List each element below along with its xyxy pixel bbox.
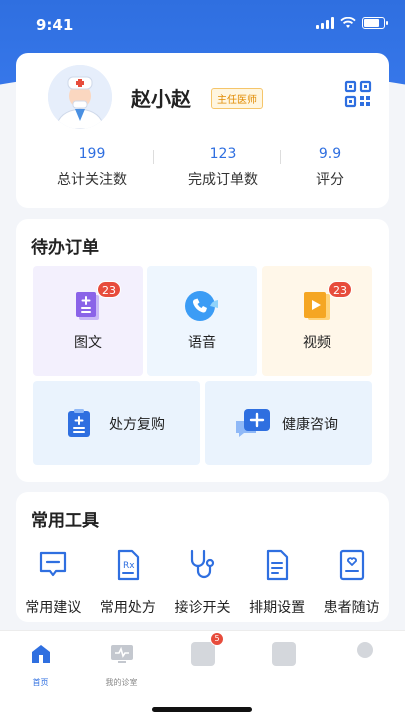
- message-icon: [40, 551, 67, 577]
- stat-rating[interactable]: 9.9 评分: [306, 146, 354, 189]
- wifi-icon: [340, 17, 356, 28]
- svg-text:Rx: Rx: [123, 561, 135, 571]
- tool-patient-followup[interactable]: 患者随访: [314, 547, 389, 617]
- tile-image-text[interactable]: 23 图文: [33, 266, 143, 376]
- doctor-title-badge: 主任医师: [211, 88, 263, 109]
- tile-label: 语音: [188, 335, 216, 351]
- tile-label: 图文: [74, 335, 102, 351]
- battery-icon: [362, 17, 388, 29]
- tab-badge: 5: [210, 632, 224, 646]
- status-icons: [316, 17, 388, 29]
- todo-orders-card: 待办订单 23 图文 语音 23 视频 处方复购 健康咨询: [16, 219, 389, 482]
- tab-label: 我的诊室: [105, 678, 138, 687]
- tools-title: 常用工具: [31, 511, 99, 531]
- tab-label: 首页: [32, 678, 49, 687]
- monitor-icon: [110, 645, 133, 663]
- tile-label: 处方复购: [109, 417, 165, 433]
- phone-call-icon: [185, 291, 218, 321]
- tool-common-prescription[interactable]: Rx 常用处方: [91, 547, 166, 617]
- stethoscope-icon: [191, 549, 215, 579]
- video-icon: [304, 292, 330, 320]
- heart-card-icon: [339, 549, 364, 581]
- stat-value: 123: [209, 146, 237, 162]
- tab-grid[interactable]: [243, 631, 324, 666]
- tile-prescription-repurchase[interactable]: 处方复购: [33, 381, 200, 465]
- tab-home[interactable]: 首页: [0, 631, 81, 688]
- stat-value: 199: [78, 146, 106, 162]
- profile-card: 赵小赵 主任医师 199 总计关注数 123 完成订单数 9.9 评分: [16, 53, 389, 208]
- tool-consult-toggle[interactable]: 接诊开关: [165, 547, 240, 617]
- doctor-name: 赵小赵: [131, 87, 191, 111]
- home-indicator: [152, 707, 252, 712]
- tools-row: 常用建议 Rx 常用处方 接诊开关 排期设置 患者随访: [16, 547, 389, 617]
- tab-profile[interactable]: [324, 631, 405, 658]
- tile-health-consult[interactable]: 健康咨询: [205, 381, 372, 465]
- avatar[interactable]: [48, 65, 112, 129]
- schedule-icon: [266, 549, 289, 581]
- tile-label: 视频: [303, 335, 331, 351]
- stat-followers[interactable]: 199 总计关注数: [52, 146, 132, 189]
- tool-common-advice[interactable]: 常用建议: [16, 547, 91, 617]
- tile-label: 健康咨询: [282, 417, 338, 433]
- common-tools-card: 常用工具 常用建议 Rx 常用处方 接诊开关 排期设置 患者随访: [16, 492, 389, 622]
- home-icon: [31, 645, 50, 663]
- stat-label: 评分: [316, 172, 344, 188]
- stat-label: 完成订单数: [188, 172, 258, 188]
- profile-stats: 199 总计关注数 123 完成订单数 9.9 评分: [16, 146, 389, 196]
- tile-video[interactable]: 23 视频: [262, 266, 372, 376]
- tool-label: 接诊开关: [174, 600, 231, 616]
- grid-tab-icon: [271, 642, 296, 666]
- signal-icon: [316, 17, 334, 29]
- stat-divider: [280, 150, 281, 164]
- tool-label: 患者随访: [323, 600, 380, 616]
- stat-divider: [153, 150, 154, 164]
- prescription-icon: [68, 409, 90, 437]
- profile-tab-icon: [356, 642, 373, 658]
- stat-value: 9.9: [318, 146, 342, 162]
- rx-icon: Rx: [117, 549, 139, 581]
- tool-label: 常用处方: [99, 600, 156, 616]
- tile-voice[interactable]: 语音: [147, 266, 257, 376]
- todo-title: 待办订单: [31, 238, 99, 258]
- tile-badge: 23: [328, 281, 352, 298]
- tab-my-clinic[interactable]: 我的诊室: [81, 631, 162, 688]
- tool-label: 排期设置: [249, 600, 306, 616]
- status-bar: 9:41: [0, 0, 405, 50]
- stat-label: 总计关注数: [57, 172, 127, 188]
- tool-label: 常用建议: [25, 600, 82, 616]
- tab-messages[interactable]: 5: [162, 631, 243, 666]
- tool-schedule-settings[interactable]: 排期设置: [240, 547, 315, 617]
- document-icon: [76, 292, 99, 320]
- stat-orders[interactable]: 123 完成订单数: [179, 146, 267, 189]
- status-time: 9:41: [36, 16, 74, 34]
- qr-code-icon[interactable]: [344, 80, 372, 108]
- message-tab-icon: [190, 642, 215, 666]
- chat-plus-icon: [236, 409, 270, 437]
- tile-badge: 23: [97, 281, 121, 298]
